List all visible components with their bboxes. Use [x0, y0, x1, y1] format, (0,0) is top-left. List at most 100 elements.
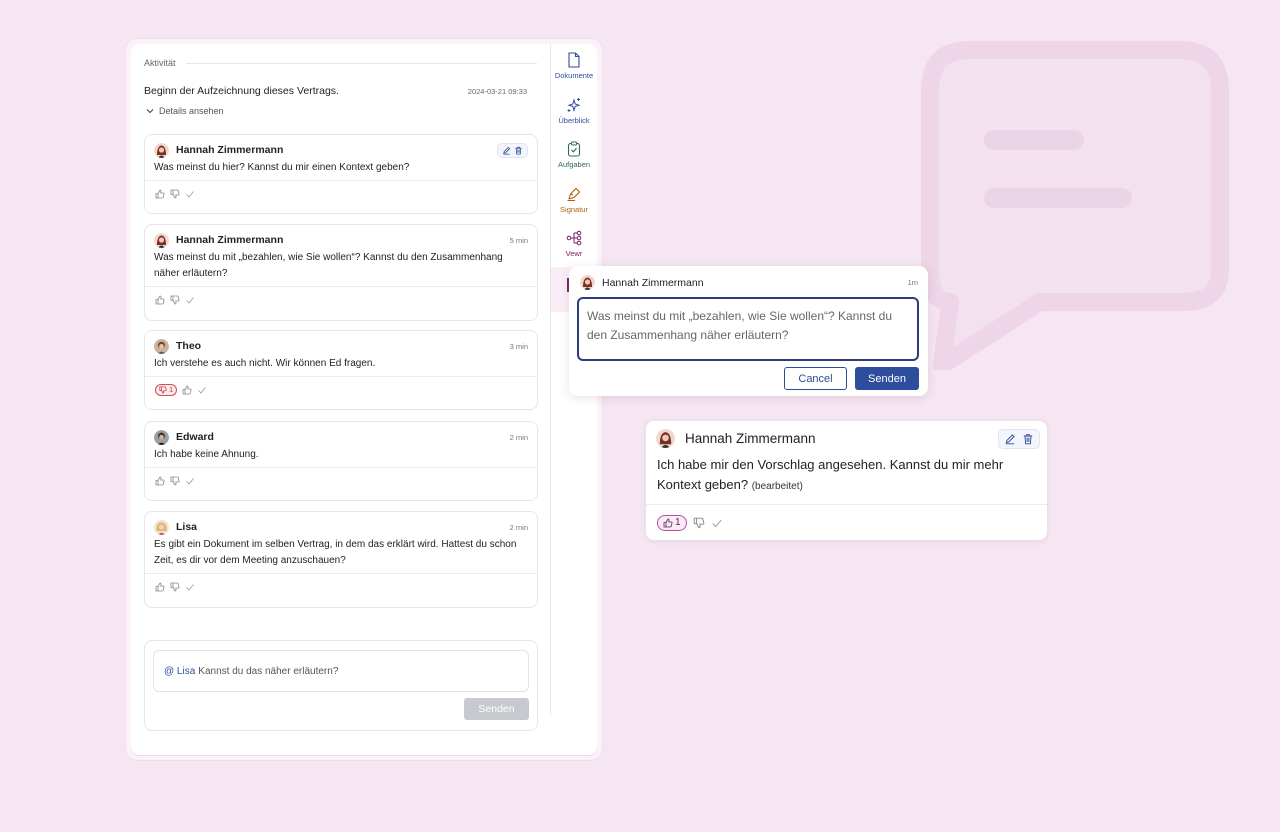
check-icon[interactable] — [185, 476, 195, 486]
clipboard-check-icon — [567, 141, 581, 157]
comment-time: 2 min — [509, 522, 528, 532]
dislike-count: 1 — [169, 385, 174, 394]
comment-reactions: 1 — [145, 376, 537, 402]
activity-section-header: Aktivität — [144, 58, 537, 68]
record-start-text: Beginn der Aufzeichnung dieses Vertrags. — [144, 85, 339, 97]
record-start-timestamp: 2024-03-21 09:33 — [467, 86, 527, 96]
sidebar-item-label: Aufgaben — [557, 160, 591, 169]
comment-reactions: 1 — [646, 504, 1047, 540]
edit-pencil-icon[interactable] — [502, 146, 511, 155]
mention-tag: @ Lisa — [164, 665, 196, 677]
sidebar-item-tasks[interactable]: Aufgaben — [551, 141, 597, 169]
edited-label: (bearbeitet) — [751, 481, 803, 492]
send-button[interactable]: Senden — [855, 367, 919, 390]
thumbs-up-icon[interactable] — [155, 582, 165, 592]
comment-author: Hannah Zimmermann — [176, 234, 284, 246]
sidebar-item-documents[interactable]: Dokumente — [551, 52, 597, 80]
activity-panel: Aktivität Beginn der Aufzeichnung dieses… — [131, 44, 597, 755]
dislike-count-pill[interactable]: 1 — [155, 383, 178, 396]
comment-text: Was meinst du hier? Kannst du mir einen … — [154, 162, 410, 173]
sparkle-icon — [567, 98, 581, 113]
avatar — [154, 338, 169, 354]
thumbs-down-icon[interactable] — [170, 476, 180, 486]
comment-reactions — [145, 467, 537, 493]
comment-actions — [497, 142, 528, 158]
header-divider — [185, 62, 537, 64]
comment-text: Ich habe mir den Vorschlag angesehen. Ka… — [646, 449, 1047, 503]
comment-card: Lisa 2 min Es gibt ein Dokument im selbe… — [144, 511, 538, 608]
comment-author: Lisa — [176, 521, 198, 533]
comment-text: Es gibt ein Dokument im selben Vertrag, … — [154, 539, 517, 566]
check-icon[interactable] — [185, 582, 195, 592]
comment-time: 2 min — [509, 432, 528, 442]
avatar — [580, 275, 595, 290]
comment-time: 5 min — [509, 235, 528, 245]
thumbs-down-icon[interactable] — [170, 582, 180, 592]
sidebar-item-label: Signatur — [560, 205, 588, 214]
comment-author: Hannah Zimmermann — [602, 276, 704, 289]
comment-reactions — [145, 180, 537, 206]
hierarchy-icon — [566, 230, 582, 246]
comment-composer: @ Lisa Kannst du das näher erläutern? Se… — [144, 640, 538, 731]
thumbs-down-icon[interactable] — [693, 517, 705, 529]
chevron-down-icon — [146, 109, 154, 114]
thumbs-down-icon[interactable] — [170, 189, 180, 199]
send-button[interactable]: Senden — [464, 698, 529, 720]
featured-comment-card: Hannah Zimmermann Ich habe mir den Vorsc… — [646, 421, 1047, 540]
avatar — [154, 232, 169, 248]
avatar — [154, 429, 169, 445]
background-chat-bubble-icon — [921, 41, 1229, 370]
sidebar-item-overview[interactable]: Überblick — [551, 97, 597, 125]
comment-author: Hannah Zimmermann — [176, 144, 284, 156]
edit-comment-textarea[interactable]: Was meinst du mit „bezahlen, wie Sie wol… — [577, 297, 919, 361]
comment-text: Was meinst du mit „bezahlen, wie Sie wol… — [154, 252, 503, 279]
trash-icon[interactable] — [514, 146, 523, 155]
thumbs-up-icon — [663, 518, 673, 527]
activity-header-label: Aktivität — [144, 58, 176, 68]
sidebar-item-label: Vewr — [565, 249, 583, 258]
details-toggle[interactable]: Details ansehen — [146, 106, 224, 116]
comment-time: 3 min — [509, 341, 528, 351]
comment-input[interactable]: @ Lisa Kannst du das näher erläutern? — [153, 650, 529, 692]
check-icon[interactable] — [197, 385, 207, 395]
comment-text: Ich verstehe es auch nicht. Wir können E… — [154, 358, 376, 369]
record-start-entry: Beginn der Aufzeichnung dieses Vertrags.… — [144, 85, 527, 97]
comment-author: Edward — [176, 431, 214, 443]
thumbs-up-icon[interactable] — [155, 189, 165, 199]
comment-input-text: Kannst du das näher erläutern? — [198, 665, 339, 677]
comment-time: 1m — [907, 278, 918, 287]
comment-card: Edward 2 min Ich habe keine Ahnung. — [144, 421, 538, 501]
comment-reactions — [145, 286, 537, 312]
like-count-pill[interactable]: 1 — [657, 514, 687, 531]
thumbs-down-icon[interactable] — [170, 295, 180, 305]
like-count: 1 — [675, 517, 681, 528]
comment-author: Hannah Zimmermann — [685, 431, 816, 446]
comment-text: Ich habe keine Ahnung. — [154, 449, 259, 460]
thumbs-down-icon — [159, 385, 167, 394]
avatar — [154, 519, 169, 535]
edit-pencil-icon[interactable] — [1004, 433, 1016, 445]
sidebar-item-signature[interactable]: Signatur — [551, 186, 597, 214]
sidebar-item-vewr[interactable]: Vewr — [551, 230, 597, 258]
check-icon[interactable] — [185, 295, 195, 305]
avatar — [154, 142, 169, 158]
thumbs-up-icon[interactable] — [155, 476, 165, 486]
cancel-button[interactable]: Cancel — [784, 367, 847, 390]
trash-icon[interactable] — [1022, 433, 1034, 445]
sidebar-item-label: Dokumente — [554, 71, 594, 80]
avatar — [656, 429, 675, 448]
comment-card: Theo 3 min Ich verstehe es auch nicht. W… — [144, 330, 538, 410]
document-icon — [568, 52, 580, 68]
comment-actions — [998, 428, 1040, 449]
check-icon[interactable] — [711, 517, 723, 529]
sidebar-item-label: Überblick — [558, 116, 590, 125]
comment-reactions — [145, 573, 537, 599]
comment-text-content: Ich habe mir den Vorschlag angesehen. Ka… — [657, 457, 1004, 492]
comment-author: Theo — [176, 340, 202, 352]
thumbs-up-icon[interactable] — [182, 385, 192, 395]
pen-icon — [567, 187, 581, 202]
check-icon[interactable] — [185, 189, 195, 199]
details-toggle-label: Details ansehen — [159, 106, 224, 116]
thumbs-up-icon[interactable] — [155, 295, 165, 305]
comment-card: Hannah Zimmermann 5 min Was meinst du mi… — [144, 224, 538, 321]
